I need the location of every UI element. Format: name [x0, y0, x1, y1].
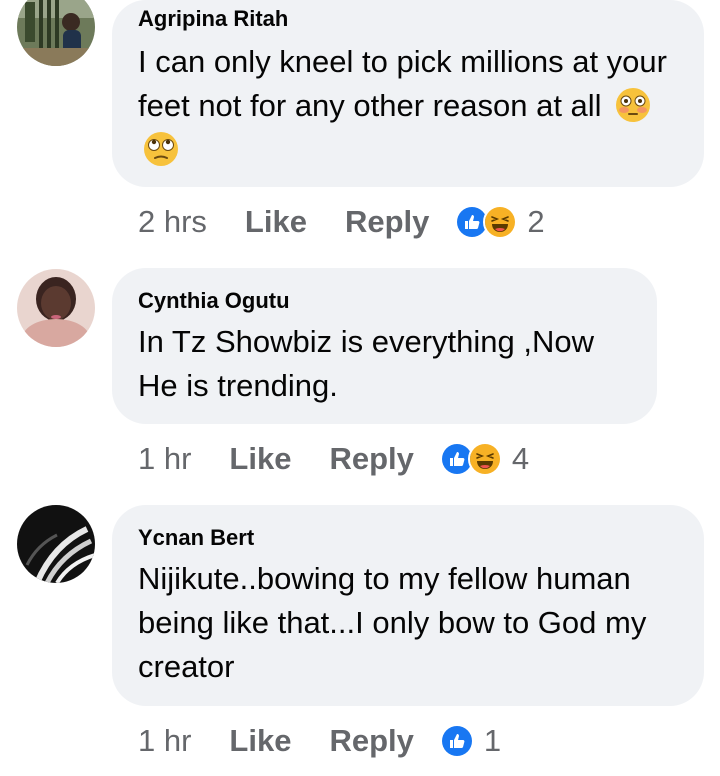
reaction-summary[interactable]: 1 [439, 723, 502, 759]
comment-timestamp[interactable]: 1 hr [138, 441, 191, 477]
comment-text-content: I can only kneel to pick millions at you… [138, 44, 667, 123]
comment-author[interactable]: Ycnan Bert [138, 525, 678, 551]
reply-button[interactable]: Reply [329, 441, 413, 477]
comment-timestamp[interactable]: 1 hr [138, 723, 191, 759]
reply-button[interactable]: Reply [345, 204, 429, 240]
avatar[interactable] [17, 269, 95, 347]
comment-timestamp[interactable]: 2 hrs [138, 204, 207, 240]
comment-bubble: Agripina Ritah I can only kneel to pick … [112, 0, 704, 187]
haha-reaction-icon [467, 442, 502, 476]
haha-reaction-icon [483, 205, 518, 239]
like-button[interactable]: Like [229, 441, 291, 477]
reaction-count: 1 [483, 723, 502, 758]
like-button[interactable]: Like [229, 723, 291, 759]
reply-button[interactable]: Reply [329, 723, 413, 759]
flushed-face-emoji-icon [614, 86, 652, 124]
comment-actions: 1 hr Like Reply 1 [138, 719, 501, 763]
avatar[interactable] [17, 505, 95, 583]
avatar[interactable] [17, 0, 95, 66]
like-reaction-icon [439, 724, 474, 758]
comment-actions: 1 hr Like Reply 4 [138, 437, 529, 481]
comment-author[interactable]: Agripina Ritah [138, 6, 678, 32]
comment-text: I can only kneel to pick millions at you… [138, 40, 683, 172]
comment-author[interactable]: Cynthia Ogutu [138, 288, 631, 314]
face-with-rolling-eyes-icon [142, 130, 180, 168]
reaction-summary[interactable]: 2 [455, 204, 545, 240]
comment-bubble: Ycnan Bert Nijikute..bowing to my fellow… [112, 505, 704, 706]
comment-actions: 2 hrs Like Reply 2 [138, 200, 545, 244]
reaction-summary[interactable]: 4 [439, 441, 530, 477]
comment-text: Nijikute..bowing to my fellow human bein… [138, 561, 647, 684]
like-button[interactable]: Like [245, 204, 307, 240]
reaction-count: 4 [511, 441, 530, 476]
reaction-count: 2 [527, 204, 545, 239]
comment-text: In Tz Showbiz is everything ,Now He is t… [138, 324, 595, 403]
comment-bubble: Cynthia Ogutu In Tz Showbiz is everythin… [112, 268, 657, 424]
